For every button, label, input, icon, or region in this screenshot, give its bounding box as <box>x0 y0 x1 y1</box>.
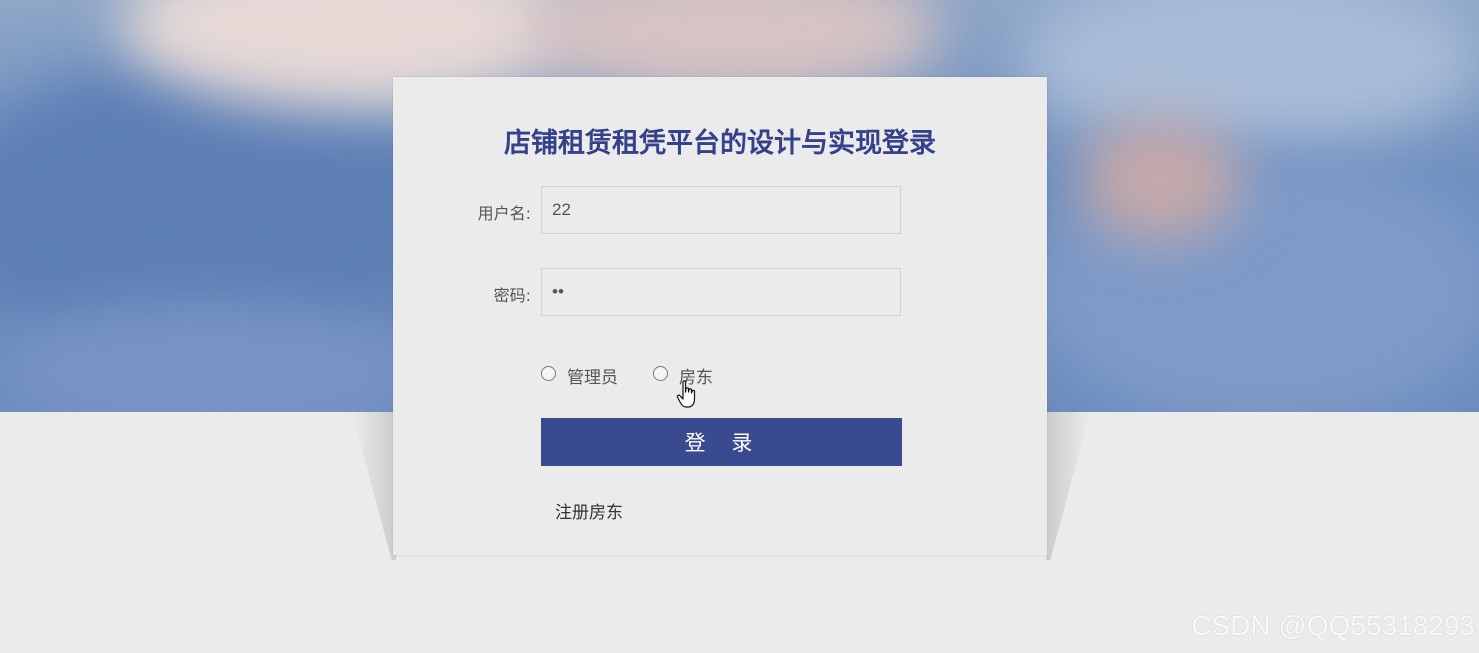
card-shadow-left <box>352 412 396 560</box>
csdn-watermark: CSDN @QQ55318293 <box>1191 610 1475 641</box>
username-input[interactable] <box>541 186 901 234</box>
register-landlord-link[interactable]: 注册房东 <box>555 498 623 523</box>
hand-cursor-icon <box>676 380 696 408</box>
card-shadow-right <box>1046 412 1090 560</box>
radio-admin[interactable] <box>541 366 556 381</box>
username-label: 用户名: <box>477 204 531 223</box>
login-card: 店铺租赁租凭平台的设计与实现登录 用户名: 密码: •• 管理员 房东 登 录 … <box>393 77 1047 555</box>
radio-landlord[interactable] <box>653 366 668 381</box>
password-label: 密码: <box>493 286 531 305</box>
radio-admin-label[interactable]: 管理员 <box>567 363 618 388</box>
password-input[interactable]: •• <box>541 268 901 316</box>
login-title: 店铺租赁租凭平台的设计与实现登录 <box>504 128 936 159</box>
login-button[interactable]: 登 录 <box>541 418 902 466</box>
login-page: 店铺租赁租凭平台的设计与实现登录 用户名: 密码: •• 管理员 房东 登 录 … <box>0 0 1479 653</box>
